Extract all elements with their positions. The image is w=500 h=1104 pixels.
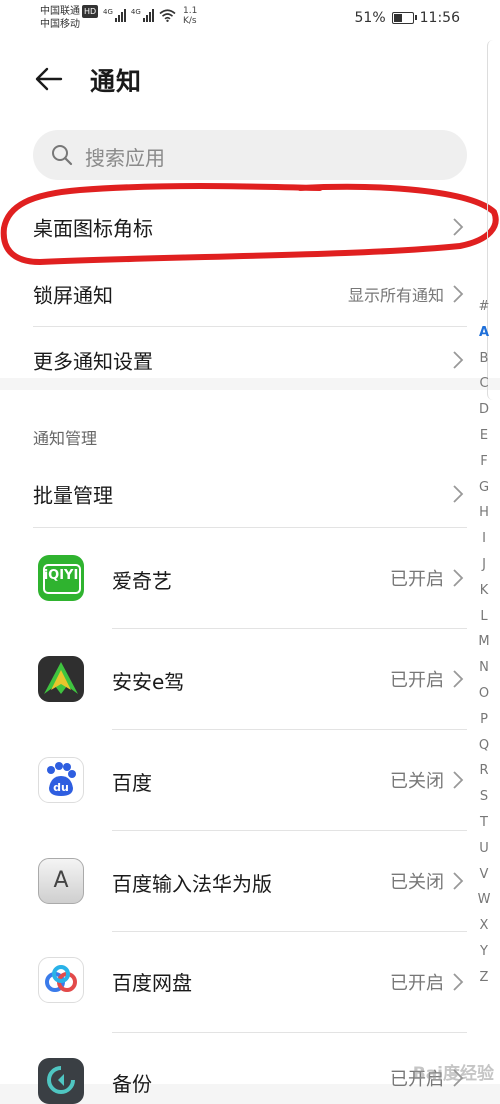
iqiyi-icon-label: iQIYI	[43, 568, 79, 583]
section-title: 通知管理	[33, 429, 98, 448]
app-row-baidu-netdisk[interactable]: 百度网盘 已开启	[0, 932, 470, 1032]
divider	[112, 1032, 467, 1033]
speed-value: 1.1	[183, 6, 198, 16]
speed-unit: K/s	[183, 16, 197, 26]
index-letter[interactable]: E	[476, 423, 492, 449]
backup-icon	[38, 1058, 84, 1104]
setting-row-desktop-badge[interactable]: 桌面图标角标	[0, 194, 470, 260]
watermark: Bai度经验	[412, 1064, 494, 1084]
index-letter[interactable]: M	[476, 629, 492, 655]
baidu-input-icon-label: A	[53, 868, 69, 893]
app-name: 安安e驾	[112, 670, 185, 694]
chevron-right-icon	[453, 872, 464, 890]
signal-group: 4G 4G	[103, 8, 176, 22]
setting-row-more-notification[interactable]: 更多通知设置	[0, 327, 470, 393]
search-input[interactable]: 搜索应用	[33, 130, 467, 180]
batch-manage-row[interactable]: 批量管理	[0, 461, 470, 527]
setting-row-lockscreen[interactable]: 锁屏通知 显示所有通知	[0, 261, 470, 327]
app-row-baidu[interactable]: du 百度 已关闭	[0, 730, 470, 830]
chevron-right-icon	[453, 351, 464, 369]
index-letter[interactable]: G	[476, 475, 492, 501]
battery-icon	[391, 12, 417, 24]
signal-icon: 4G	[103, 8, 126, 22]
index-letter[interactable]: Q	[476, 733, 492, 759]
index-letter[interactable]: N	[476, 655, 492, 681]
page-title: 通知	[90, 67, 143, 96]
iqiyi-icon: iQIYI	[38, 555, 84, 601]
index-letter[interactable]: P	[476, 707, 492, 733]
app-status: 已关闭	[390, 872, 444, 893]
app-name: 备份	[112, 1072, 152, 1096]
back-arrow-icon[interactable]	[33, 63, 65, 95]
index-letter[interactable]: T	[476, 810, 492, 836]
app-row-anan-edrive[interactable]: 安安e驾 已开启	[0, 629, 470, 729]
app-name: 百度网盘	[112, 971, 192, 995]
index-letter[interactable]: U	[476, 836, 492, 862]
index-letter[interactable]: Y	[476, 939, 492, 965]
battery-percent: 51%	[354, 10, 386, 26]
app-name: 百度	[112, 771, 152, 795]
baidu-input-icon: A	[38, 858, 84, 904]
network-speed: 1.1 K/s	[183, 6, 197, 26]
index-letter[interactable]: B	[476, 346, 492, 372]
net1-label: 4G	[103, 8, 113, 16]
signal-icon-2: 4G	[131, 8, 154, 22]
app-status: 已开启	[390, 569, 444, 590]
app-status: 已关闭	[390, 771, 444, 792]
index-letter[interactable]: L	[476, 604, 492, 630]
chevron-right-icon	[453, 973, 464, 991]
status-bar: 中国联通 HD 中国移动 4G 4G 1.1 K/s 51% 11:56	[0, 0, 500, 38]
baidu-icon: du	[38, 757, 84, 803]
chevron-right-icon	[453, 285, 464, 303]
batch-manage-label: 批量管理	[33, 483, 113, 508]
carrier-info: 中国联通 HD 中国移动	[40, 5, 99, 31]
index-letter[interactable]: J	[476, 552, 492, 578]
app-status: 已开启	[390, 670, 444, 691]
index-letter[interactable]: O	[476, 681, 492, 707]
app-name: 百度输入法华为版	[112, 872, 272, 896]
wifi-icon	[159, 9, 176, 22]
index-letter[interactable]: K	[476, 578, 492, 604]
chevron-right-icon	[453, 485, 464, 503]
app-row-baidu-input[interactable]: A 百度输入法华为版 已关闭	[0, 831, 470, 931]
index-letter[interactable]: A	[476, 320, 492, 346]
index-letter[interactable]: X	[476, 913, 492, 939]
chevron-right-icon	[453, 771, 464, 789]
setting-value: 显示所有通知	[347, 286, 444, 305]
clock: 11:56	[419, 10, 460, 26]
baidu-icon-label: du	[53, 781, 69, 794]
anan-edrive-icon	[38, 656, 84, 702]
setting-label: 桌面图标角标	[33, 216, 153, 241]
app-status: 已开启	[390, 973, 444, 994]
index-letter[interactable]: D	[476, 397, 492, 423]
app-row-backup[interactable]: 备份 已开启	[0, 1040, 470, 1104]
search-icon	[52, 145, 73, 166]
baidu-netdisk-icon	[38, 957, 84, 1003]
chevron-right-icon	[453, 569, 464, 587]
index-letter[interactable]: W	[476, 887, 492, 913]
index-letter[interactable]: V	[476, 862, 492, 888]
status-right: 51% 11:56	[355, 10, 460, 26]
setting-label: 更多通知设置	[33, 349, 153, 374]
index-letter[interactable]: C	[476, 371, 492, 397]
index-letter[interactable]: I	[476, 526, 492, 552]
index-letter[interactable]: #	[476, 294, 492, 320]
alphabet-index-bar[interactable]: # A B C D E F G H I J K L M N O P Q R S T U V W X Y Z	[476, 294, 492, 991]
chevron-right-icon	[453, 670, 464, 688]
app-row-iqiyi[interactable]: iQIYI 爱奇艺 已开启	[0, 528, 470, 628]
index-letter[interactable]: F	[476, 449, 492, 475]
app-name: 爱奇艺	[112, 569, 172, 593]
index-letter[interactable]: R	[476, 758, 492, 784]
net2-label: 4G	[130, 8, 141, 16]
setting-label: 锁屏通知	[33, 283, 113, 308]
index-letter[interactable]: Z	[476, 965, 492, 991]
index-letter[interactable]: H	[476, 500, 492, 526]
carrier2-label: 中国移动	[40, 19, 80, 30]
search-placeholder: 搜索应用	[85, 146, 165, 170]
carrier1-label: 中国联通	[40, 6, 80, 17]
title-bar: 通知	[0, 50, 500, 110]
hd-badge: HD	[82, 5, 99, 18]
chevron-right-icon	[453, 218, 464, 236]
index-letter[interactable]: S	[476, 784, 492, 810]
